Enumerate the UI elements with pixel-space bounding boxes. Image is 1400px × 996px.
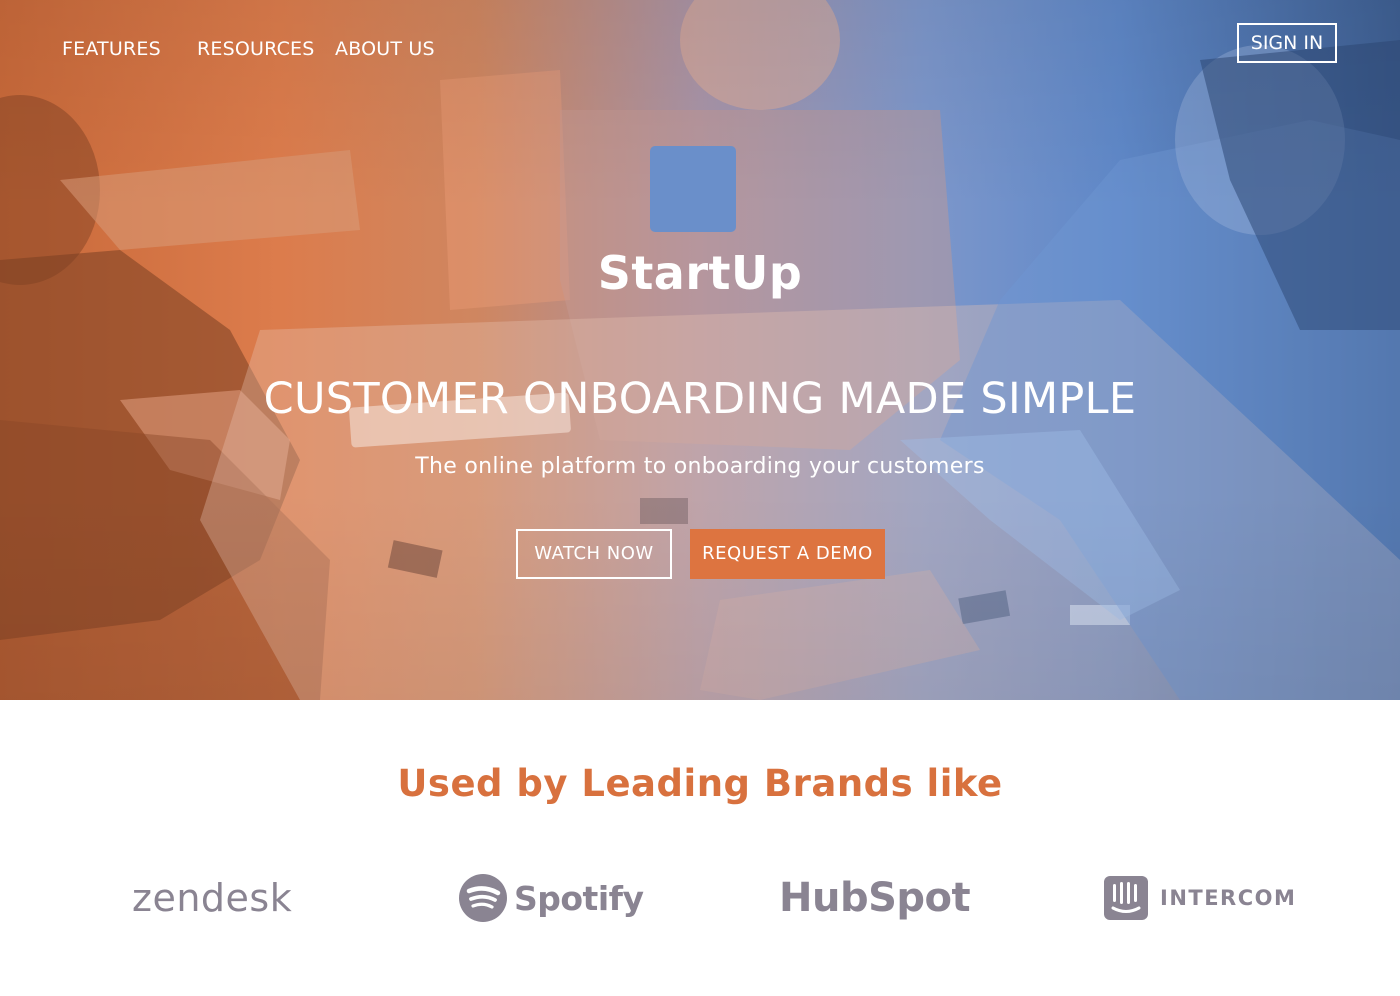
zendesk-logo: zendesk	[132, 870, 292, 926]
brand-name: StartUp	[597, 246, 803, 300]
spotify-logo-text: Spotify	[514, 878, 644, 918]
intercom-logo-text: INTERCOM	[1160, 886, 1297, 910]
intercom-logo: INTERCOM	[1104, 870, 1296, 926]
hubspot-logo-text: HubSpot	[779, 875, 971, 921]
request-demo-button[interactable]: REQUEST A DEMO	[690, 529, 885, 579]
hero-subheadline: The online platform to onboarding your c…	[415, 454, 985, 479]
watch-now-button[interactable]: WATCH NOW	[516, 529, 672, 579]
nav-features[interactable]: FEATURES	[62, 38, 161, 60]
intercom-icon	[1104, 876, 1148, 920]
sign-in-button[interactable]: SIGN IN	[1237, 23, 1337, 63]
spotify-logo: Spotify	[458, 870, 644, 926]
hero-section: FEATURES RESOURCES ABOUT US SIGN IN Star…	[0, 0, 1400, 700]
nav-about-us[interactable]: ABOUT US	[335, 38, 435, 60]
hero-headline: CUSTOMER ONBOARDING MADE SIMPLE	[263, 374, 1137, 424]
brands-heading: Used by Leading Brands like	[397, 762, 1003, 805]
nav-resources[interactable]: RESOURCES	[197, 38, 315, 60]
zendesk-logo-text: zendesk	[132, 876, 293, 920]
spotify-icon	[459, 874, 507, 922]
square-logo-icon	[650, 146, 736, 232]
hubspot-logo: HubSpot	[779, 870, 971, 926]
hero-overlay	[0, 0, 1400, 700]
